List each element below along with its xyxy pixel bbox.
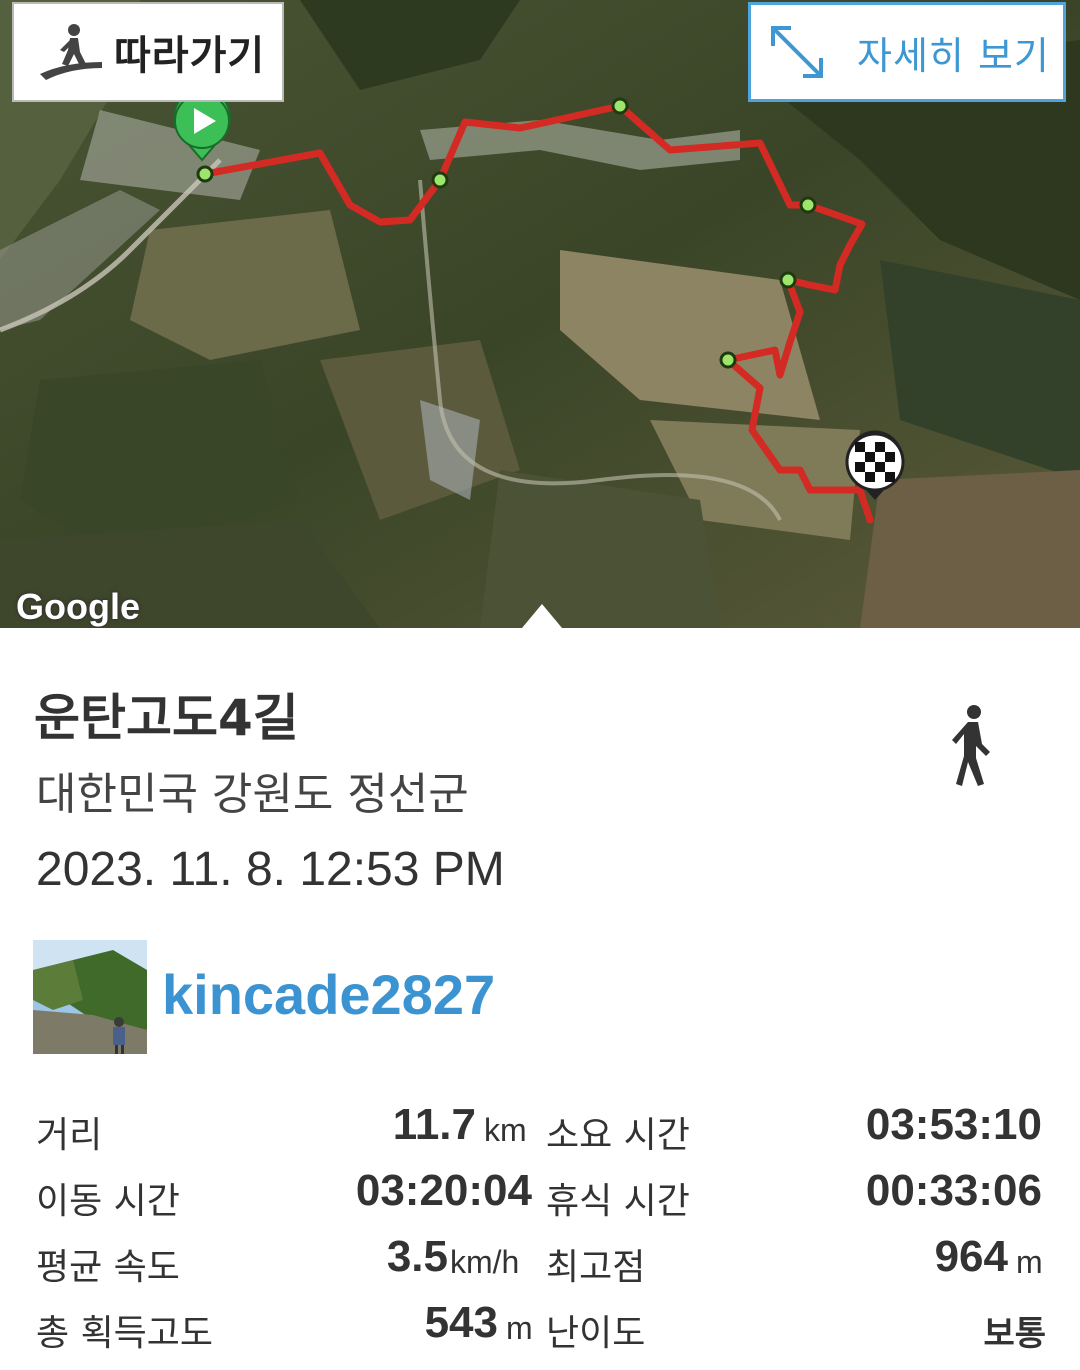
waypoint-marker [719, 351, 737, 369]
distance-value: 11.7 [392, 1100, 476, 1149]
avg-speed-unit: km/h [450, 1244, 520, 1280]
max-elevation-value: 964 [934, 1232, 1008, 1281]
follow-label: 따라가기 [114, 33, 266, 79]
rest-time-label: 휴식 시간 [546, 1181, 690, 1222]
elevation-gain-unit: m [506, 1310, 533, 1346]
trail-datetime: 2023. 11. 8. 12:53 PM [36, 843, 505, 896]
google-attribution: Google [16, 586, 140, 627]
waypoint-marker [196, 165, 214, 183]
username-link[interactable]: kincade2827 [162, 962, 495, 1027]
moving-time-value: 03:20:04 [355, 1166, 532, 1215]
map-pointer-caret [522, 604, 562, 628]
waypoint-marker [779, 271, 797, 289]
follow-button[interactable]: 따라가기 [12, 2, 284, 102]
trail-title: 운탄고도4길 [34, 689, 299, 747]
distance-unit: km [484, 1112, 527, 1148]
walking-person-icon [952, 705, 990, 786]
distance-label: 거리 [36, 1115, 103, 1156]
waypoint-marker [431, 171, 449, 189]
hiker-on-path-icon [40, 24, 102, 80]
trail-location: 대한민국 강원도 정선군 [36, 769, 469, 820]
view-details-label: 자세히 보기 [857, 33, 1050, 78]
elevation-gain-label: 총 획득고도 [36, 1313, 214, 1354]
avg-speed-value: 3.5 [386, 1232, 448, 1281]
total-time-label: 소요 시간 [546, 1115, 690, 1156]
rest-time-value: 00:33:06 [865, 1166, 1042, 1215]
avatar-photo [33, 940, 147, 1054]
max-elevation-unit: m [1016, 1244, 1043, 1280]
user-avatar[interactable] [33, 940, 147, 1054]
view-details-button[interactable]: 자세히 보기 [748, 2, 1066, 102]
waypoint-marker [611, 97, 629, 115]
difficulty-value: 보통 [983, 1314, 1046, 1354]
avg-speed-label: 평균 속도 [36, 1247, 180, 1288]
max-elevation-label: 최고점 [546, 1247, 646, 1288]
expand-arrows-icon [771, 26, 823, 78]
waypoint-marker [799, 196, 817, 214]
elevation-gain-value: 543 [424, 1298, 498, 1347]
difficulty-label: 난이도 [546, 1313, 646, 1354]
map-view[interactable]: 따라가기 자세히 보기 Google [0, 0, 1080, 628]
total-time-value: 03:53:10 [865, 1100, 1042, 1149]
route-line [201, 102, 874, 524]
moving-time-label: 이동 시간 [36, 1181, 180, 1222]
